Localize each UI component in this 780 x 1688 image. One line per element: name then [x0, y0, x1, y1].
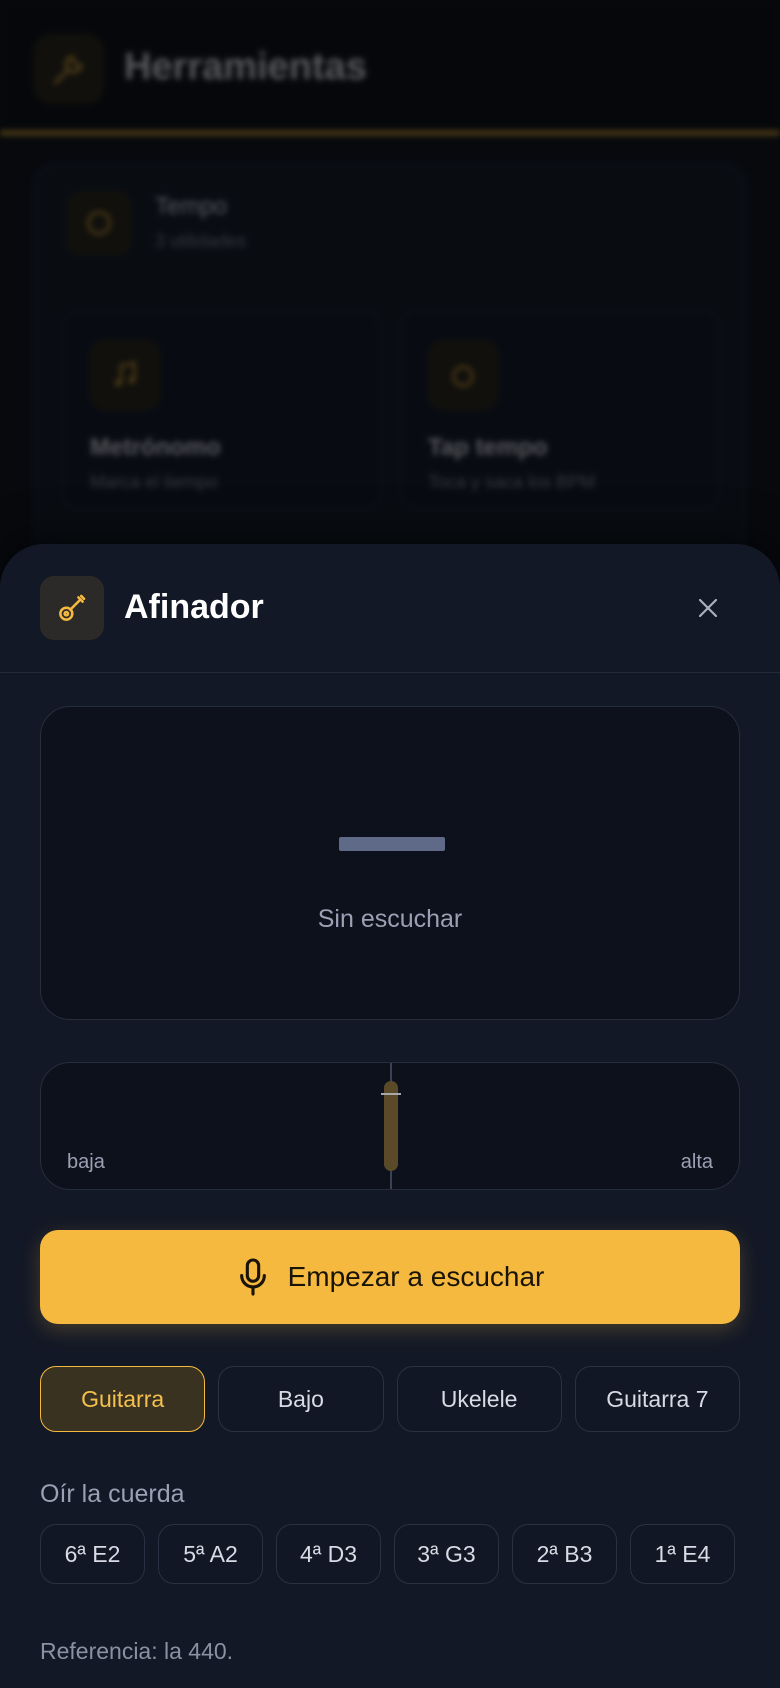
close-button[interactable]: [684, 584, 732, 632]
strings-section-label: Oír la cuerda: [40, 1480, 185, 1508]
instrument-bajo[interactable]: Bajo: [218, 1366, 384, 1432]
sheet-header: Afinador: [0, 544, 780, 673]
string-button-2[interactable]: 2ª B3: [512, 1524, 617, 1584]
meter-low-label: baja: [67, 1151, 105, 1173]
note-display: Sin escuchar: [40, 706, 740, 1020]
string-button-5[interactable]: 5ª A2: [158, 1524, 263, 1584]
meter-needle-tick: [381, 1093, 401, 1095]
guitar-icon: [40, 576, 104, 640]
string-buttons: 6ª E2 5ª A2 4ª D3 3ª G3 2ª B3 1ª E4: [40, 1524, 735, 1584]
string-button-1[interactable]: 1ª E4: [630, 1524, 735, 1584]
meter-high-label: alta: [680, 1151, 713, 1173]
instrument-selector: Guitarra Bajo Ukelele Guitarra 7: [40, 1366, 740, 1432]
note-placeholder: [339, 837, 445, 851]
start-listening-label: Empezar a escuchar: [287, 1261, 545, 1292]
string-button-4[interactable]: 4ª D3: [276, 1524, 381, 1584]
instrument-guitarra-7[interactable]: Guitarra 7: [574, 1366, 740, 1432]
instrument-guitarra[interactable]: Guitarra: [40, 1366, 206, 1432]
start-listening-button[interactable]: Empezar a escuchar: [40, 1230, 740, 1324]
string-button-6[interactable]: 6ª E2: [40, 1524, 145, 1584]
string-button-3[interactable]: 3ª G3: [394, 1524, 499, 1584]
reference-pitch: Referencia: la 440.: [40, 1638, 234, 1664]
microphone-icon: [239, 1258, 266, 1296]
instrument-ukelele[interactable]: Ukelele: [396, 1366, 562, 1432]
listening-status: Sin escuchar: [317, 905, 463, 933]
close-icon: [698, 598, 718, 618]
sheet-title: Afinador: [124, 588, 264, 626]
tuning-meter: baja alta: [40, 1062, 740, 1190]
tuner-sheet: Afinador Sin escuchar baja alta Empezar …: [0, 544, 780, 1688]
